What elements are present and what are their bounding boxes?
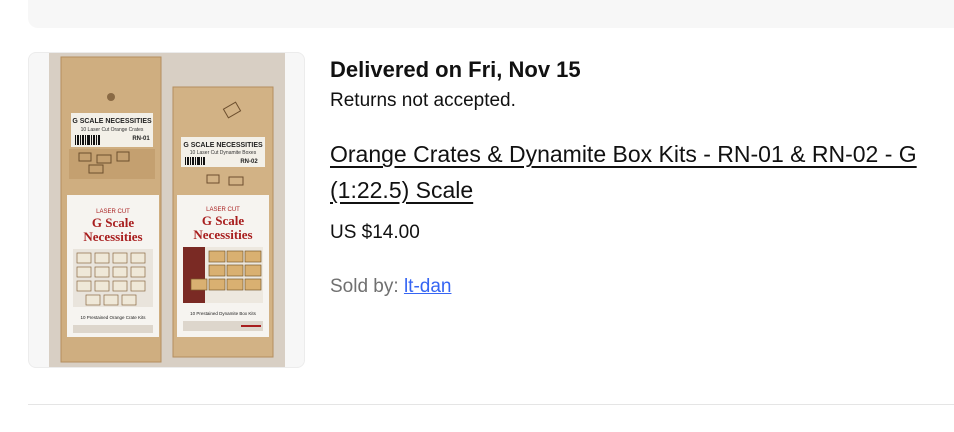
right-brand-line2: Necessities <box>193 227 252 242</box>
seller-info: Sold by: lt-dan <box>330 274 950 300</box>
left-brand-line2: Necessities <box>83 229 142 244</box>
right-label-subheader: 10 Laser Cut Dynamite Boxes <box>190 150 257 156</box>
section-divider <box>28 404 954 405</box>
item-title-link[interactable]: Orange Crates & Dynamite Box Kits - RN-0… <box>330 136 930 208</box>
right-label-header: G SCALE NECESSITIES <box>183 142 263 149</box>
left-brand-line1: G Scale <box>92 215 134 230</box>
left-kit-line: 10 Prestained Orange Crate Kits <box>80 315 146 320</box>
returns-policy: Returns not accepted. <box>330 90 516 111</box>
right-label-code: RN-02 <box>240 159 258 165</box>
right-kit-line: 10 Prestained Dynamite Box Kits <box>190 311 257 316</box>
seller-name-link[interactable]: lt-dan <box>404 276 452 297</box>
left-label-subheader: 10 Laser Cut Orange Crates <box>81 127 144 133</box>
seller-label: Sold by: <box>330 276 399 297</box>
previous-order-card <box>28 0 954 28</box>
item-photo[interactable]: G SCALE NECESSITIES 10 Laser Cut Orange … <box>49 53 285 367</box>
left-label-header: G SCALE NECESSITIES <box>72 118 152 125</box>
left-label-code: RN-01 <box>132 136 150 142</box>
right-brand-line1: G Scale <box>202 213 244 228</box>
item-price: US $14.00 <box>330 222 420 243</box>
order-item-details: Delivered on Fri, Nov 15 Returns not acc… <box>330 56 950 300</box>
delivery-status: Delivered on Fri, Nov 15 <box>330 57 581 82</box>
